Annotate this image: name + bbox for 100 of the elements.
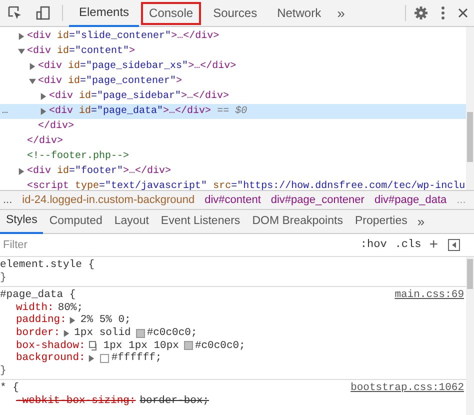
sidebar-tab[interactable]: Computed — [43, 210, 108, 234]
property-value: 80%; — [58, 302, 84, 314]
breadcrumb[interactable]: div#page_data — [374, 192, 447, 208]
dom-node[interactable]: <div id="slide_contener">…</div> — [0, 29, 466, 44]
comment-line[interactable]: <!--footer.php--> — [0, 149, 466, 164]
dom-node[interactable]: <div id="footer">…</div> — [0, 164, 466, 179]
attribute-name: id — [57, 30, 70, 44]
collapsed-triangle-icon[interactable] — [29, 63, 36, 70]
breadcrumb-overflow[interactable]: ... — [3, 192, 12, 208]
sidebar-tab[interactable]: DOM Breakpoints — [246, 210, 349, 234]
filter-field[interactable]: Filter — [0, 235, 356, 255]
new-rule-button[interactable]: + — [425, 234, 442, 256]
property-name: border: — [16, 326, 60, 340]
hover-state-toggle[interactable]: :hov — [356, 236, 391, 254]
more-tabs-button[interactable]: » — [331, 2, 351, 24]
device-toggle-icon[interactable] — [36, 6, 50, 20]
dom-node[interactable]: <script type="text/javascript" src="https://how.ddnsfree.com/tec/wp-inclu — [0, 179, 466, 190]
sidebar-tab[interactable]: Styles — [0, 210, 44, 234]
attribute-value: ="slide_contener" — [69, 30, 172, 44]
panel-tab[interactable]: Console — [139, 0, 204, 26]
tag-close: >…</div> — [163, 104, 212, 119]
sidebar-tab[interactable]: Event Listeners — [154, 210, 246, 234]
color-swatch[interactable] — [100, 354, 110, 363]
attribute-value: ="page_data" — [91, 104, 164, 119]
rule-selector: #page_data { — [0, 289, 76, 302]
tag-close: >…</div> — [171, 30, 220, 44]
attribute-value: ="text/javascript" — [99, 180, 208, 190]
attribute-value: ="page_sidebar_xs" — [80, 60, 188, 74]
expanded-triangle-icon[interactable] — [29, 78, 36, 85]
more-tabs-button[interactable]: » — [413, 212, 429, 232]
panel-tab[interactable]: Elements — [69, 0, 140, 26]
sidebar-tab[interactable]: Properties — [348, 210, 414, 234]
collapsed-triangle-icon[interactable] — [18, 168, 25, 175]
tag-close: >…</div> — [181, 90, 230, 104]
dom-node[interactable]: … <div id="page_data">…</div> == $0 — [0, 104, 466, 119]
tag-close: >…</div> — [188, 60, 236, 74]
attribute-name: src — [213, 180, 232, 190]
expand-triangle-icon[interactable] — [88, 354, 96, 362]
dom-node[interactable]: <div id="page_sidebar_xs">…</div> — [0, 59, 466, 74]
scrollbar[interactable] — [466, 27, 474, 190]
sidebar-toggle-icon[interactable] — [448, 239, 460, 251]
close-icon[interactable] — [458, 8, 468, 18]
class-toggle[interactable]: .cls — [390, 236, 426, 254]
selection-marker: … — [2, 105, 8, 119]
attribute-value: ="https://how.ddnsfree.com/tec/wp-inclu — [231, 180, 466, 190]
settings-icon[interactable] — [414, 6, 428, 20]
breadcrumb[interactable]: div#content — [204, 192, 261, 208]
tag-close: > — [129, 45, 136, 59]
collapsed-triangle-icon[interactable] — [40, 93, 47, 100]
attribute-value: ="content" — [69, 44, 130, 59]
property-value: 1px 1px 10px — [103, 340, 179, 352]
tag-open: <div — [38, 60, 62, 74]
attribute-value: ="footer" — [69, 164, 124, 179]
sidebar-tab[interactable]: Layout — [108, 210, 155, 234]
attribute-value: ="page_sidebar" — [91, 90, 182, 104]
panel-tab[interactable]: Network — [267, 0, 332, 26]
color-value: #c0c0c0; — [146, 326, 198, 340]
scrollbar[interactable] — [466, 257, 474, 415]
property-value: 1px solid — [74, 326, 131, 340]
rule-selector: * { — [0, 382, 19, 395]
property-name: box-shadow: — [16, 340, 86, 352]
tag-open: <div — [49, 104, 74, 119]
tag-open: <div — [27, 30, 52, 44]
shadow-editor-icon[interactable] — [89, 340, 100, 351]
color-swatch[interactable] — [184, 341, 193, 350]
expanded-triangle-icon[interactable] — [18, 48, 25, 55]
inspect-cursor-icon[interactable] — [8, 6, 22, 20]
source-link[interactable]: bootstrap.css:1062 — [350, 382, 464, 395]
dom-node[interactable]: <div id="page_contener"> — [0, 74, 466, 89]
breadcrumb[interactable]: id-24.logged-in.custom-background — [22, 192, 195, 208]
attribute-name: id — [68, 74, 80, 89]
comment-text: <!--footer.php--> — [27, 150, 130, 164]
collapsed-triangle-icon[interactable] — [18, 33, 25, 40]
tag-open: <div — [27, 44, 52, 59]
tag-open: <div — [27, 164, 52, 179]
rule-close: } — [0, 364, 8, 378]
tag-open: <div — [49, 90, 74, 104]
color-value: #ffffff; — [111, 352, 162, 365]
dom-node[interactable]: <div id="content"> — [0, 44, 466, 59]
tag-open: <div — [38, 74, 62, 89]
panel-tab[interactable]: Sources — [203, 0, 268, 26]
tag-close: >…</div> — [123, 164, 172, 179]
rule-selector: element.style { — [0, 259, 95, 272]
dom-node[interactable]: <div id="page_sidebar">…</div> — [0, 89, 466, 104]
tag-open: <script — [27, 180, 70, 190]
attribute-name: type — [75, 180, 100, 190]
attribute-name: id — [68, 60, 80, 74]
collapsed-triangle-icon[interactable] — [40, 108, 47, 115]
attribute-name: id — [79, 90, 92, 104]
property-name: width: — [16, 302, 54, 314]
property-value: 2% 5% 0; — [80, 314, 131, 327]
attribute-name: id — [57, 44, 70, 59]
property-name: -webkit-box-sizing: — [16, 394, 136, 408]
rule-close: } — [0, 272, 8, 284]
breadcrumb[interactable]: div#page_contener — [270, 192, 364, 208]
source-link[interactable]: main.css:69 — [394, 289, 464, 302]
color-swatch[interactable] — [136, 328, 145, 338]
more-options-icon[interactable] — [441, 6, 445, 20]
attribute-name: id — [79, 104, 92, 119]
attribute-value: ="page_contener" — [80, 74, 176, 89]
